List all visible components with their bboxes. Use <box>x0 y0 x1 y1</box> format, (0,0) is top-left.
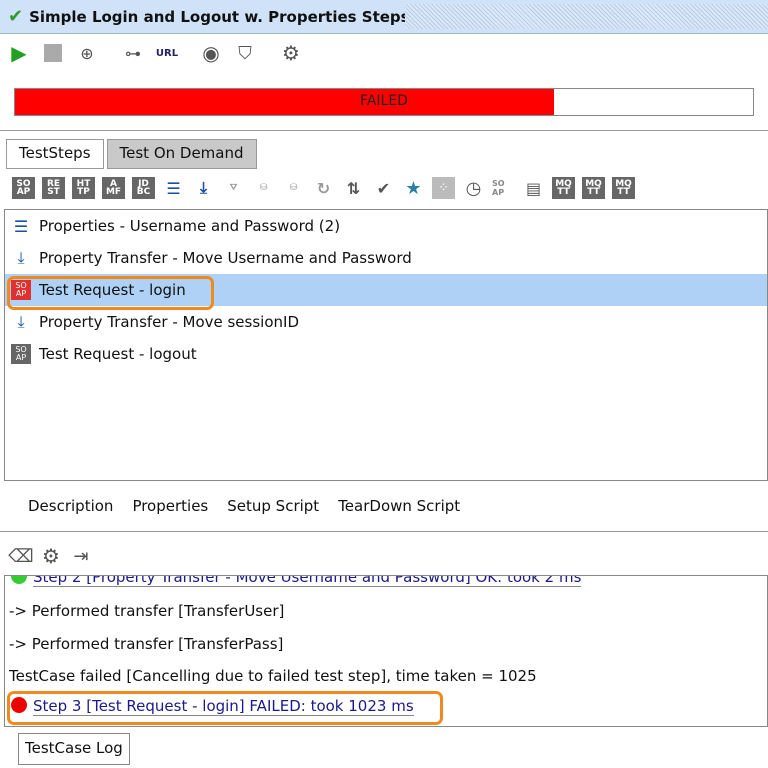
add-jdbc-step-icon[interactable]: JD BC <box>132 177 155 199</box>
log-line: -> Performed transfer [TransferPass] <box>9 635 284 653</box>
add-soap-step-icon[interactable]: SO AP <box>12 177 35 199</box>
highlight-outline <box>7 691 443 725</box>
log-toolbar: ⌫ ⚙ ⇥ <box>8 544 92 568</box>
log-line: -> Performed transfer [TransferUser] <box>9 602 285 620</box>
add-properties-icon[interactable]: ☰ <box>162 177 185 199</box>
gear-icon[interactable]: ⚙ <box>40 544 62 568</box>
add-mqtt-drop-icon[interactable]: MQ TT <box>612 177 635 199</box>
soap-request-icon: SO AP <box>11 344 31 364</box>
add-amf-step-icon[interactable]: A MF <box>102 177 125 199</box>
run-icon[interactable]: ▶ <box>8 41 30 65</box>
teardown-script-tab[interactable]: TearDown Script <box>338 497 460 515</box>
add-mqtt-publish-icon[interactable]: MQ TT <box>552 177 575 199</box>
gear-icon[interactable]: ⚙ <box>280 41 302 65</box>
target-icon[interactable]: ◉ <box>200 41 222 65</box>
highlight-outline <box>7 276 214 310</box>
property-transfer-icon: ⤓ <box>17 248 25 267</box>
add-soap-mock-icon[interactable]: SO AP <box>492 177 515 199</box>
description-tab[interactable]: Description <box>28 497 113 515</box>
window-title: Simple Login and Logout w. Properties St… <box>29 7 410 26</box>
progress-status: FAILED <box>360 93 408 109</box>
properties-tab[interactable]: Properties <box>132 497 208 515</box>
log-line: TestCase failed [Cancelling due to faile… <box>9 667 537 685</box>
list-item[interactable]: ⤓ Property Transfer - Move sessionID <box>5 306 767 338</box>
add-mock-response-icon[interactable]: ⁘ <box>432 177 455 199</box>
step-label: Property Transfer - Move sessionID <box>39 313 299 331</box>
add-manual-step-icon[interactable]: ▤ <box>522 177 545 199</box>
tab-teststeps[interactable]: TestSteps <box>6 139 104 169</box>
list-item[interactable]: ⤓ Property Transfer - Move Username and P… <box>5 242 767 274</box>
test-case-log[interactable]: Step 2 [Property Transfer - Move Usernam… <box>4 575 768 727</box>
check-icon: ✔ <box>8 6 24 27</box>
main-toolbar: ▶ ⊕ ⊶ URL ◉ ⛉ ⚙ <box>8 40 302 66</box>
log-step-link[interactable]: Step 2 [Property Transfer - Move Usernam… <box>33 576 582 587</box>
add-conditional-goto-icon[interactable]: ⛛ <box>222 177 245 199</box>
list-item[interactable]: ☰ Properties - Username and Password (2) <box>5 210 767 242</box>
url-button[interactable]: URL <box>156 42 178 64</box>
add-rest-step-icon[interactable]: RE ST <box>42 177 65 199</box>
step-label: Property Transfer - Move Username and Pa… <box>39 249 412 267</box>
progress-bar: FAILED <box>14 88 754 116</box>
test-case-panel: TestSteps Test On Demand SO AP RE ST HT … <box>0 130 768 532</box>
loop-icon[interactable]: ⊕ <box>76 42 98 64</box>
add-mqtt-receive-icon[interactable]: MQ TT <box>582 177 605 199</box>
list-item[interactable]: SO AP Test Request - logout <box>5 338 767 370</box>
title-bar-pattern <box>405 4 768 29</box>
add-http-step-icon[interactable]: HT TP <box>72 177 95 199</box>
stop-icon[interactable] <box>42 42 64 64</box>
title-bar: ✔ Simple Login and Logout w. Properties … <box>0 0 768 34</box>
key-icon[interactable]: ⊶ <box>122 42 144 64</box>
add-groovy-icon[interactable]: ⇅ <box>342 177 365 199</box>
step-label: Properties - Username and Password (2) <box>39 217 341 235</box>
tab-test-on-demand[interactable]: Test On Demand <box>106 139 257 169</box>
setup-script-tab[interactable]: Setup Script <box>227 497 319 515</box>
add-datasource-icon[interactable]: ⛁ <box>252 177 275 199</box>
eraser-icon[interactable]: ⌫ <box>8 545 33 567</box>
add-datasource-loop-icon[interactable]: ↻ <box>312 177 335 199</box>
success-dot-icon <box>11 576 27 584</box>
export-icon[interactable]: ⇥ <box>70 545 92 567</box>
add-delay-icon[interactable]: ◷ <box>462 177 485 199</box>
shield-icon[interactable]: ⛉ <box>234 42 256 64</box>
add-datasink-icon[interactable]: ⛁ <box>282 177 305 199</box>
add-star-icon[interactable]: ★ <box>402 177 425 199</box>
testcase-log-tab[interactable]: TestCase Log <box>18 733 130 765</box>
test-steps-list: ☰ Properties - Username and Password (2) … <box>4 209 768 481</box>
step-label: Test Request - logout <box>39 345 197 363</box>
properties-icon: ☰ <box>13 216 29 236</box>
add-property-transfer-icon[interactable]: ⤓ <box>192 177 215 199</box>
property-transfer-icon: ⤓ <box>17 312 25 331</box>
step-toolbar: SO AP RE ST HT TP A MF JD BC ☰ ⤓ ⛛ ⛁ ⛁ ↻… <box>12 177 635 199</box>
add-assertion-icon[interactable]: ✔ <box>372 177 395 199</box>
